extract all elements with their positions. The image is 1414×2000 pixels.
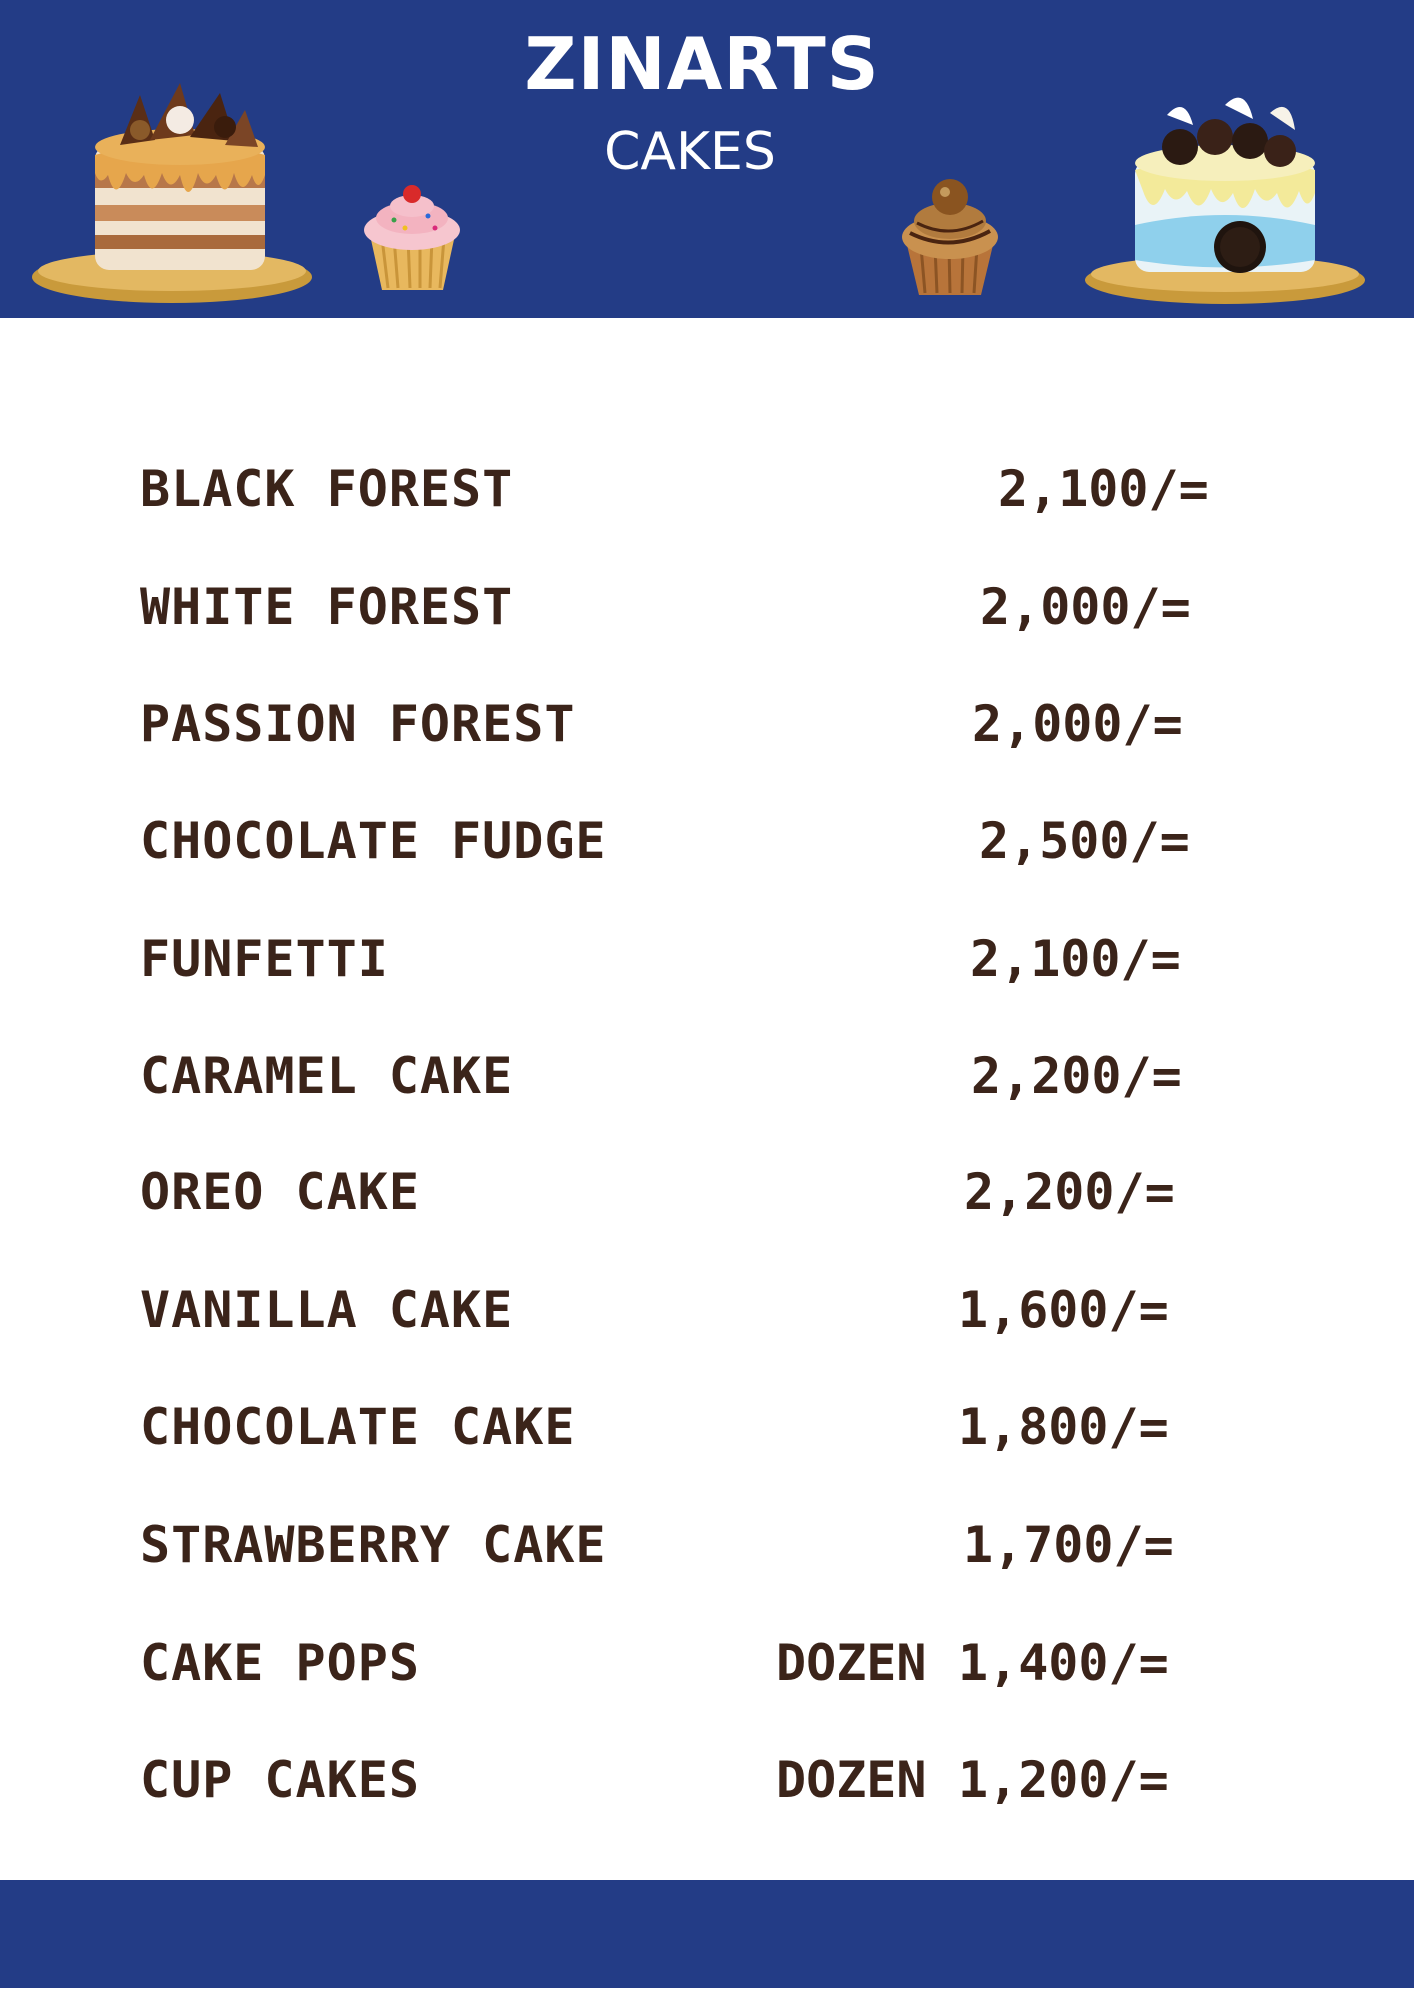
item-name: STRAWBERRY CAKE [140,1516,607,1574]
item-price: 2,200/= [971,1047,1182,1105]
item-price: 1,700/= [963,1516,1174,1574]
menu-item: CAKE POPS DOZEN 1,400/= [0,1634,1414,1714]
menu-item: CUP CAKES DOZEN 1,200/= [0,1751,1414,1831]
item-name: CHOCOLATE FUDGE [140,812,607,870]
menu-item: CARAMEL CAKE 2,200/= [0,1047,1414,1127]
menu-item: CHOCOLATE FUDGE 2,500/= [0,812,1414,892]
item-price: 2,000/= [980,578,1191,636]
menu-item: PASSION FOREST 2,000/= [0,695,1414,775]
menu-item: BLACK FOREST 2,100/= [0,460,1414,540]
item-price: 1,600/= [958,1281,1169,1339]
menu-item: STRAWBERRY CAKE 1,700/= [0,1516,1414,1596]
item-name: OREO CAKE [140,1163,420,1221]
item-price: 1,400/= [958,1634,1169,1692]
item-price: 2,500/= [979,812,1190,870]
item-name: FUNFETTI [140,930,389,988]
item-name: PASSION FOREST [140,695,576,753]
header-banner: ZINARTS CAKES [0,0,1414,318]
menu-item: VANILLA CAKE 1,600/= [0,1281,1414,1361]
oreo-cake-image [1085,97,1365,304]
item-price: 2,100/= [970,930,1181,988]
item-unit: DOZEN [776,1751,927,1809]
item-price: 2,200/= [964,1163,1175,1221]
footer-bar [0,1880,1414,1988]
menu-item: CHOCOLATE CAKE 1,800/= [0,1398,1414,1478]
item-name: CAKE POPS [140,1634,420,1692]
item-unit: DOZEN [776,1634,927,1692]
item-name: CUP CAKES [140,1751,420,1809]
item-name: BLACK FOREST [140,460,514,518]
menu-item: OREO CAKE 2,200/= [0,1163,1414,1243]
item-price: 2,100/= [998,460,1209,518]
item-name: CARAMEL CAKE [140,1047,514,1105]
cupcake-image [364,185,460,290]
item-name: VANILLA CAKE [140,1281,514,1339]
menu-item: WHITE FOREST 2,000/= [0,578,1414,658]
drip-cake-image [32,83,312,303]
menu-item: FUNFETTI 2,100/= [0,930,1414,1010]
item-name: CHOCOLATE CAKE [140,1398,576,1456]
item-price: 1,200/= [958,1751,1169,1809]
item-price: 1,800/= [958,1398,1169,1456]
chocolate-cupcake-image [902,179,998,295]
item-name: WHITE FOREST [140,578,514,636]
item-price: 2,000/= [972,695,1183,753]
